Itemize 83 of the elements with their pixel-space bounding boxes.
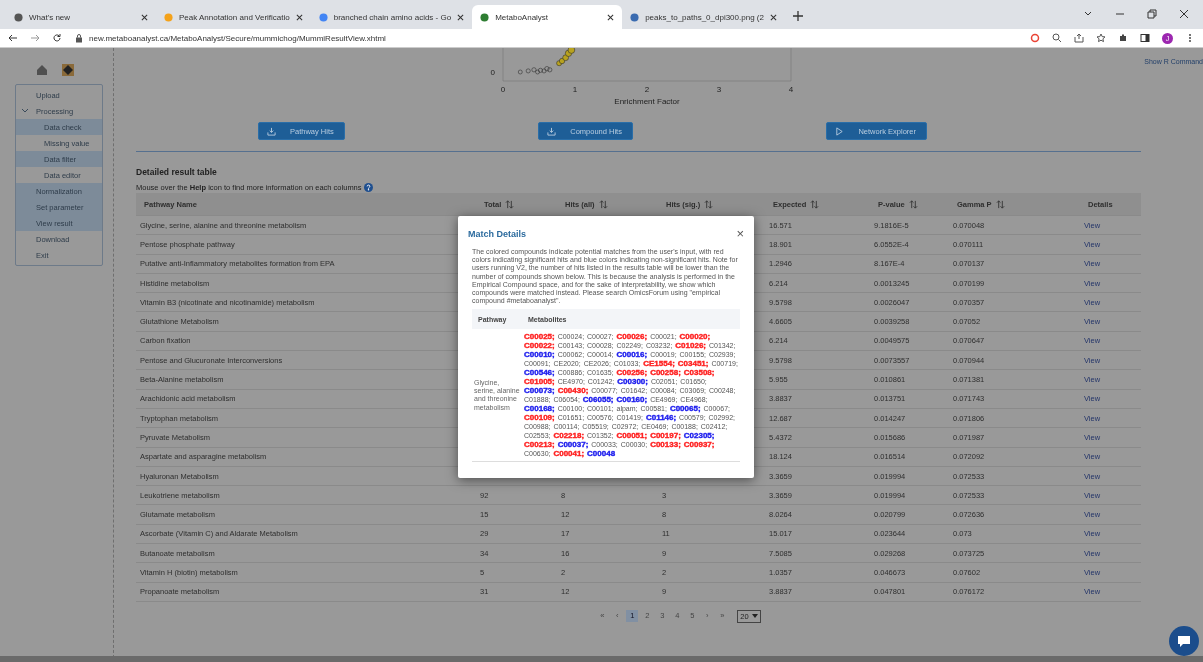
compound-code: C00051;	[616, 431, 648, 441]
compound-code: C03508;	[683, 368, 715, 378]
home-icon[interactable]	[36, 64, 48, 76]
play-icon	[835, 126, 845, 136]
browser-tab[interactable]: What's new	[6, 5, 156, 29]
section-title: Detailed result table	[136, 167, 218, 177]
compound-code: C00026;	[616, 332, 648, 342]
axis-tick-label: 4	[788, 85, 794, 94]
sort-icon[interactable]	[995, 199, 1005, 209]
favicon-icon	[318, 12, 328, 22]
download-icon	[547, 126, 557, 136]
browser-tab[interactable]: branched chain amino acids - Go	[310, 5, 473, 29]
chevron-icon[interactable]	[21, 108, 29, 114]
compound-code: C01026;	[675, 341, 706, 351]
close-icon[interactable]	[607, 13, 615, 21]
compound-code: C00016;	[616, 350, 648, 360]
compound-code: C00258;	[650, 368, 681, 378]
axis-tick-label: 0	[490, 68, 495, 77]
zoom-icon[interactable]	[1052, 33, 1062, 43]
side-panel-icon[interactable]	[1140, 33, 1150, 43]
favicon-icon	[630, 12, 640, 22]
favicon-icon	[164, 12, 173, 22]
favicon-icon	[14, 12, 23, 22]
compound-code: C02305;	[683, 431, 715, 441]
axis-label: Enrichment Factor	[614, 97, 680, 106]
sort-icon[interactable]	[908, 199, 918, 209]
compound-code: C00937;	[683, 440, 715, 450]
reload-icon[interactable]	[52, 33, 62, 43]
download-icon	[267, 126, 276, 136]
close-icon[interactable]	[295, 13, 303, 21]
compound-code: C06055;	[582, 395, 614, 405]
compound-code: C00197;	[650, 431, 681, 441]
compound-code: C00073;	[524, 386, 555, 396]
sort-icon[interactable]	[505, 199, 515, 209]
close-icon[interactable]	[1179, 9, 1189, 19]
compound-code: C00133;	[650, 440, 681, 450]
browser-tab[interactable]: peaks_to_paths_0_dpi300.png (2	[622, 5, 785, 29]
compound-code: C01146;	[645, 413, 677, 423]
forward-icon[interactable]	[30, 33, 40, 43]
close-icon[interactable]	[141, 13, 148, 21]
compound-code: C00546;	[524, 368, 555, 378]
favicon-icon	[480, 12, 490, 22]
compound-code: C01005;	[524, 377, 555, 387]
sort-icon[interactable]	[704, 199, 714, 209]
caret-icon	[751, 614, 758, 619]
close-icon[interactable]	[769, 13, 777, 21]
browser-tab[interactable]: Peak Annotation and Verificatio	[156, 5, 311, 29]
chat-bubble-icon	[1177, 634, 1191, 648]
compound-code: C00037;	[557, 440, 589, 450]
sort-icon[interactable]	[810, 199, 820, 209]
star-icon[interactable]	[1096, 33, 1106, 43]
axis-tick-label: 2	[644, 85, 650, 94]
compound-code: C02218;	[553, 431, 585, 441]
lock-icon	[74, 33, 84, 43]
compound-code: C00048	[587, 449, 616, 459]
close-icon[interactable]	[457, 13, 465, 21]
compound-code: C00160;	[616, 395, 648, 405]
address-bar[interactable]: new.metaboanalyst.ca/MetaboAnalyst/Secure/mummichog/MummiResultView.xhtml	[89, 33, 386, 43]
sort-icon[interactable]	[598, 199, 608, 209]
compound-code: C00041;	[553, 449, 585, 459]
compound-code: C00256;	[616, 368, 648, 378]
compound-code: C00025;	[524, 332, 555, 342]
browser-tab[interactable]: MetaboAnalyst	[472, 5, 623, 29]
compound-code: CE1554;	[643, 359, 675, 369]
compound-code: C03451;	[677, 359, 709, 369]
share-icon[interactable]	[1074, 33, 1084, 43]
back-icon[interactable]	[8, 33, 18, 43]
axis-tick-label: 0	[500, 85, 506, 94]
axis-tick-label: 3	[716, 85, 722, 94]
restore-icon[interactable]	[1147, 9, 1157, 19]
compound-code: C00020;	[679, 332, 711, 342]
compound-code: C00430;	[557, 386, 589, 396]
compound-code: C00065;	[669, 404, 701, 414]
compound-code: C00300;	[617, 377, 648, 387]
dialog-title: Match Details	[468, 228, 527, 239]
compound-code: C00010;	[524, 350, 555, 360]
compound-code: C00213;	[524, 440, 555, 450]
compound-code: C00022;	[524, 341, 555, 351]
compound-code: C00168;	[524, 404, 555, 414]
compound-code: C00109;	[524, 413, 555, 423]
close-button[interactable]: ×	[736, 227, 744, 240]
new-tab-icon[interactable]	[792, 11, 803, 21]
axis-tick-label: 1	[572, 85, 578, 94]
